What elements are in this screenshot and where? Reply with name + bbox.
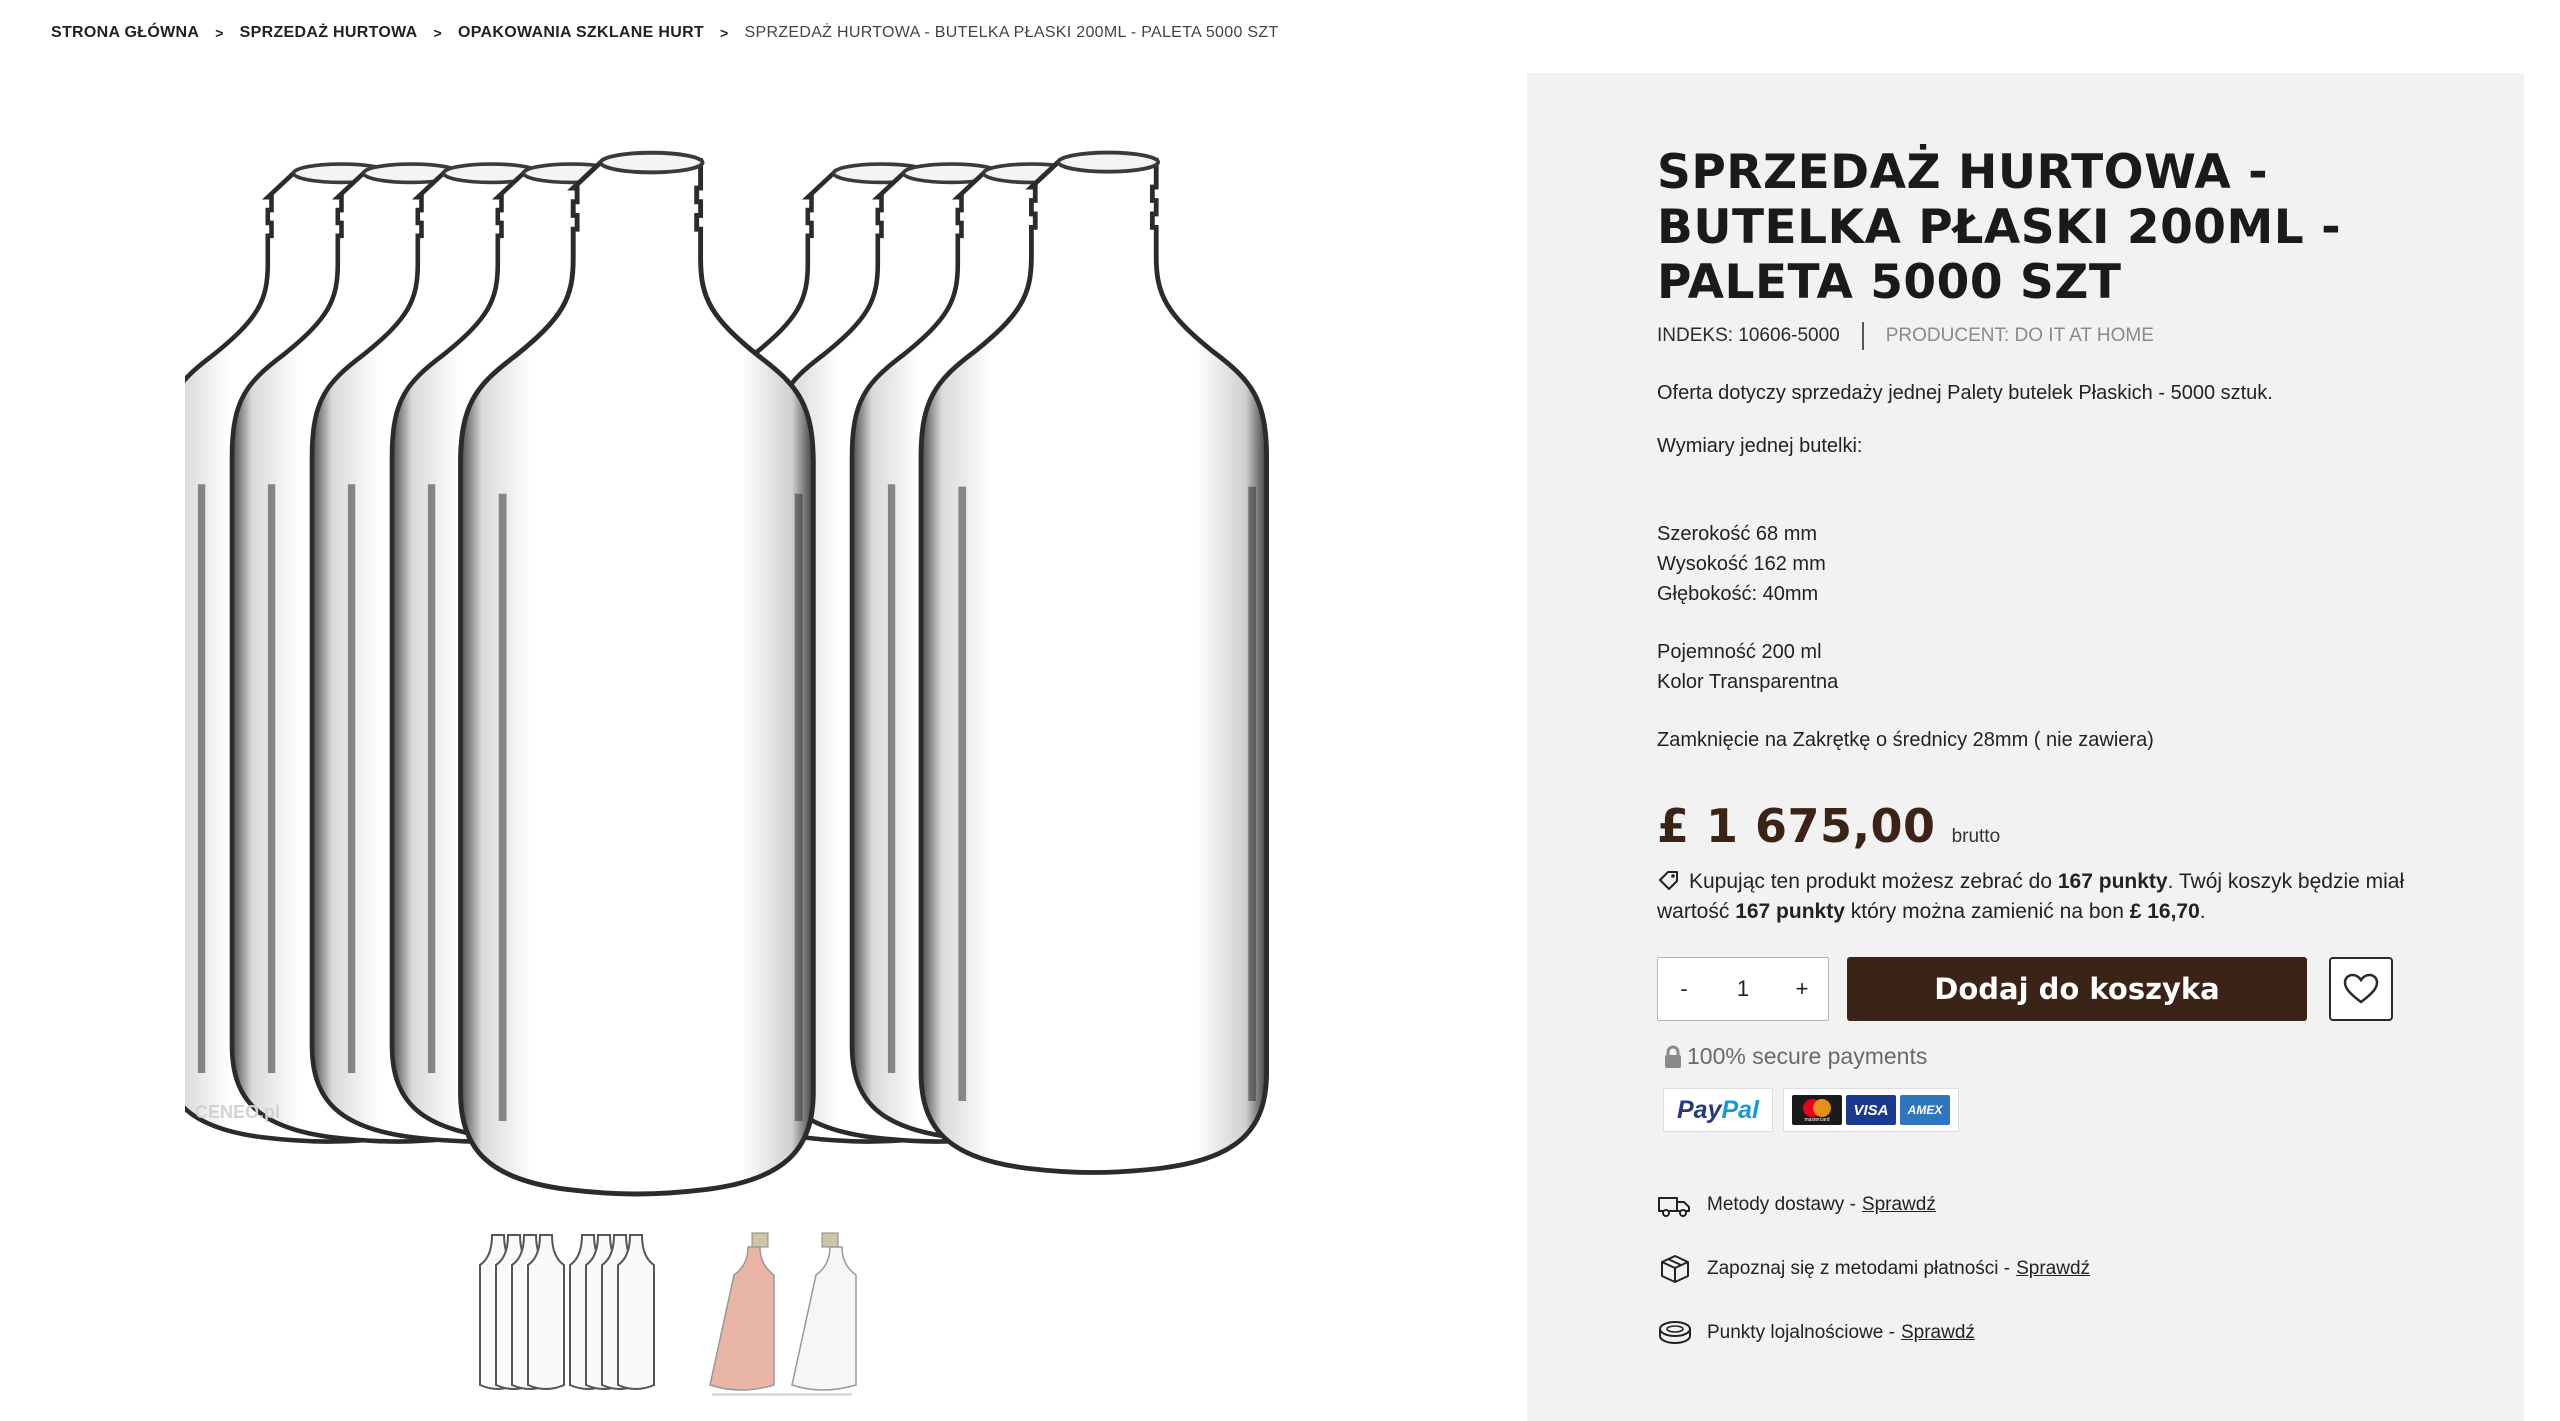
visa-logo: VISA [1846, 1095, 1896, 1125]
thumbnail-strip [470, 1225, 888, 1401]
thumbnail-pallet[interactable] [470, 1225, 666, 1401]
product-gallery: CENEO.pl [0, 73, 1520, 1421]
description-width: Szerokość 68 mm [1657, 523, 1818, 545]
product-index: INDEKS: 10606-5000 [1657, 325, 1840, 346]
description-capacity: Pojemność 200 ml [1657, 641, 1822, 663]
description-offer: Oferta dotyczy sprzedaży jednej Palety b… [1657, 382, 2273, 404]
breadcrumb-separator: > [215, 25, 224, 41]
description-dims-heading: Wymiary jednej butelki: [1657, 435, 1863, 457]
product-description: Oferta dotyczy sprzedaży jednej Palety b… [1657, 378, 2417, 755]
loyalty-points-link[interactable]: Sprawdź [1901, 1322, 1975, 1344]
tag-icon [1659, 871, 1678, 890]
description-color: Kolor Transparentna [1657, 671, 1839, 693]
thumbnail-filled-bottles[interactable] [692, 1225, 888, 1401]
secure-payments-text: 100% secure payments [1687, 1043, 1928, 1069]
product-info-panel: SPRZEDAŻ HURTOWA - BUTELKA PŁASKI 200ML … [1527, 73, 2524, 1421]
lock-icon [1665, 1045, 1681, 1068]
points-value: 167 punkty [2057, 870, 2168, 893]
breadcrumb-wholesale[interactable]: SPRZEDAŻ HURTOWA [240, 24, 418, 42]
payment-logos: Pay Pal mastercard VISA AMEX [1657, 1088, 2417, 1132]
secure-payments: 100% secure payments [1657, 1043, 2417, 1070]
loyalty-points-row: Punkty lojalnościowe - Sprawdź [1657, 1318, 2417, 1348]
delivery-methods-row: Metody dostawy - Sprawdź [1657, 1190, 2417, 1220]
payment-methods-label: Zapoznaj się z metodami płatności - [1707, 1258, 2011, 1279]
quantity-decrease-button[interactable]: - [1658, 976, 1710, 1002]
product-price: £ 1 675,00 [1657, 799, 1936, 853]
mastercard-logo: mastercard [1792, 1095, 1842, 1125]
box-icon [1661, 1255, 1689, 1283]
product-title: SPRZEDAŻ HURTOWA - BUTELKA PŁASKI 200ML … [1657, 145, 2342, 310]
points-text-1: Kupując ten produkt możesz zebrać do [1689, 870, 2058, 893]
wishlist-button[interactable] [2329, 957, 2393, 1021]
price-suffix: brutto [1951, 826, 2001, 847]
add-to-cart-row: - + Dodaj do koszyka [1657, 957, 2417, 1021]
breadcrumb-current: SPRZEDAŻ HURTOWA - BUTELKA PŁASKI 200ML … [744, 24, 1279, 41]
points-text-3: który można zamienić na bon [1844, 900, 2130, 923]
delivery-methods-label: Metody dostawy - [1707, 1194, 1856, 1215]
breadcrumb-separator: > [720, 25, 729, 41]
quantity-stepper: - + [1657, 957, 1829, 1021]
ceneo-watermark: CENEO.pl [195, 1102, 280, 1122]
breadcrumb-glass-packaging[interactable]: OPAKOWANIA SZKLANE HURT [458, 24, 704, 42]
breadcrumb: STRONA GŁÓWNA > SPRZEDAŻ HURTOWA > OPAKO… [51, 22, 1279, 44]
voucher-value: £ 16,70 [2129, 900, 2200, 923]
amex-logo: AMEX [1900, 1095, 1950, 1125]
card-logos: mastercard VISA AMEX [1783, 1088, 1959, 1132]
payment-methods-link[interactable]: Sprawdź [2016, 1258, 2090, 1280]
loyalty-points-info: Kupując ten produkt możesz zebrać do 167… [1657, 867, 2417, 927]
price-row: £ 1 675,00 brutto [1657, 799, 2417, 853]
product-producer[interactable]: PRODUCENT: DO IT AT HOME [1886, 325, 2154, 347]
points-text-4: . [2199, 900, 2206, 923]
meta-divider [1861, 322, 1864, 350]
quantity-input[interactable] [1713, 976, 1773, 1002]
cart-points-value: 167 punkty [1735, 900, 1845, 923]
info-links: Metody dostawy - Sprawdź Zapoznaj się z … [1657, 1190, 2417, 1348]
coin-icon [1659, 1321, 1691, 1345]
breadcrumb-separator: > [433, 25, 442, 41]
truck-icon [1658, 1197, 1690, 1217]
payment-methods-row: Zapoznaj się z metodami płatności - Spra… [1657, 1254, 2417, 1284]
product-meta: INDEKS: 10606-5000 PRODUCENT: DO IT AT H… [1657, 322, 2417, 350]
breadcrumb-home[interactable]: STRONA GŁÓWNA [51, 24, 199, 42]
description-depth: Głębokość: 40mm [1657, 583, 1819, 605]
paypal-logo: Pay Pal [1663, 1088, 1773, 1132]
heart-icon [2343, 973, 2379, 1004]
add-to-cart-button[interactable]: Dodaj do koszyka [1847, 957, 2307, 1021]
loyalty-points-label: Punkty lojalnościowe - [1707, 1322, 1895, 1343]
description-height: Wysokość 162 mm [1657, 553, 1826, 575]
svg-text:mastercard: mastercard [1804, 1117, 1829, 1123]
delivery-methods-link[interactable]: Sprawdź [1862, 1194, 1936, 1216]
main-product-image[interactable]: CENEO.pl [185, 133, 1335, 1233]
description-closure: Zamknięcie na Zakrętkę o średnicy 28mm (… [1657, 729, 2154, 751]
quantity-increase-button[interactable]: + [1776, 976, 1828, 1002]
product-info: SPRZEDAŻ HURTOWA - BUTELKA PŁASKI 200ML … [1657, 145, 2417, 1382]
